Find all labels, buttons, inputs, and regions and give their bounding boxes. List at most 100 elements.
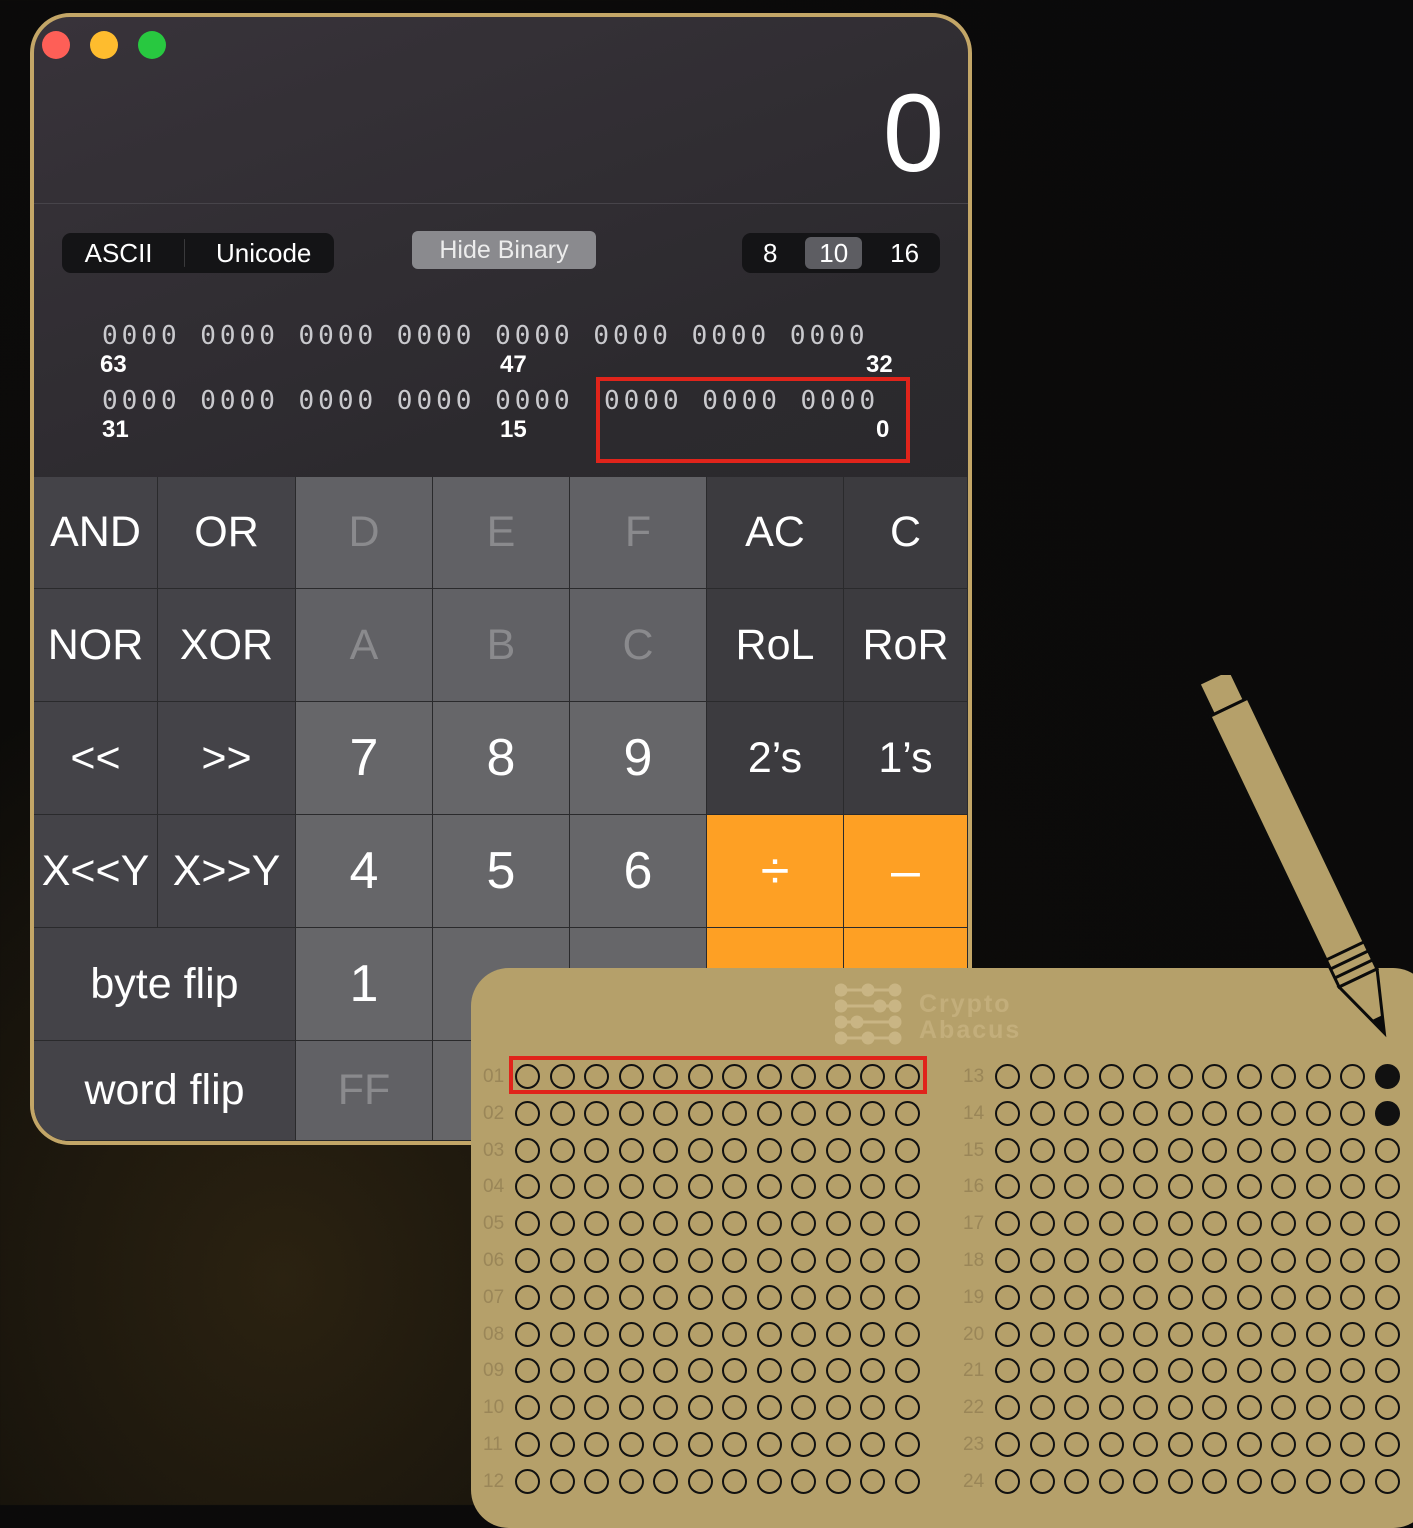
bead[interactable]: [825, 1248, 851, 1273]
bead[interactable]: [1340, 1395, 1365, 1421]
bead[interactable]: [1167, 1137, 1193, 1163]
bead[interactable]: [584, 1211, 609, 1237]
bead[interactable]: [894, 1137, 920, 1163]
bead[interactable]: [687, 1174, 713, 1200]
bead[interactable]: [860, 1468, 885, 1494]
hex-c-key[interactable]: C: [570, 589, 707, 702]
bead[interactable]: [894, 1100, 920, 1126]
bead[interactable]: [1374, 1395, 1400, 1421]
bead[interactable]: [791, 1137, 816, 1163]
bead[interactable]: [1202, 1358, 1227, 1384]
bead[interactable]: [515, 1100, 540, 1126]
bead[interactable]: [722, 1137, 747, 1163]
bead[interactable]: [1374, 1284, 1400, 1310]
bead[interactable]: [584, 1284, 609, 1310]
bead[interactable]: [1236, 1174, 1262, 1200]
bead[interactable]: [584, 1174, 609, 1200]
bead[interactable]: [653, 1137, 678, 1163]
bead[interactable]: [791, 1174, 816, 1200]
bead[interactable]: [1374, 1468, 1400, 1494]
bead[interactable]: [1029, 1395, 1055, 1421]
x-shift-left-y-key[interactable]: X<<Y: [34, 815, 158, 928]
bead[interactable]: [618, 1358, 644, 1384]
bead[interactable]: [1029, 1100, 1055, 1126]
bead[interactable]: [653, 1174, 678, 1200]
bead[interactable]: [1340, 1432, 1365, 1457]
bead[interactable]: [1271, 1321, 1296, 1347]
bead[interactable]: [549, 1321, 575, 1347]
c-key[interactable]: C: [844, 477, 968, 589]
bead[interactable]: [791, 1358, 816, 1384]
bead[interactable]: [687, 1395, 713, 1421]
digit-7-key[interactable]: 7: [296, 702, 433, 815]
bead[interactable]: [1098, 1100, 1124, 1126]
bead[interactable]: [1271, 1284, 1296, 1310]
bead[interactable]: [1167, 1358, 1193, 1384]
bead[interactable]: [756, 1395, 782, 1421]
bead[interactable]: [1202, 1432, 1227, 1457]
bead[interactable]: [687, 1248, 713, 1273]
bead[interactable]: [1236, 1248, 1262, 1273]
bead[interactable]: [1305, 1284, 1331, 1310]
bead[interactable]: [791, 1468, 816, 1494]
bead[interactable]: [1098, 1284, 1124, 1310]
digit-9-key[interactable]: 9: [570, 702, 707, 815]
bead[interactable]: [791, 1321, 816, 1347]
bead[interactable]: [791, 1211, 816, 1237]
bead[interactable]: [515, 1358, 540, 1384]
bead[interactable]: [1167, 1100, 1193, 1126]
bead[interactable]: [1098, 1358, 1124, 1384]
bead[interactable]: [515, 1174, 540, 1200]
bead[interactable]: [1133, 1137, 1158, 1163]
bead[interactable]: [549, 1468, 575, 1494]
bead[interactable]: [1064, 1064, 1089, 1089]
bead[interactable]: [1202, 1321, 1227, 1347]
xor-key[interactable]: XOR: [158, 589, 296, 702]
bead[interactable]: [584, 1248, 609, 1273]
bead[interactable]: [1167, 1395, 1193, 1421]
bead[interactable]: [825, 1211, 851, 1237]
bead[interactable]: [756, 1137, 782, 1163]
bead[interactable]: [1305, 1174, 1331, 1200]
byte-flip-key[interactable]: byte flip: [34, 928, 296, 1041]
bead[interactable]: [1167, 1248, 1193, 1273]
bead[interactable]: [515, 1137, 540, 1163]
bead[interactable]: [1202, 1211, 1227, 1237]
bead[interactable]: [1236, 1100, 1262, 1126]
bead[interactable]: [1374, 1321, 1400, 1347]
hex-b-key[interactable]: B: [433, 589, 570, 702]
digit-5-key[interactable]: 5: [433, 815, 570, 928]
base-8-button[interactable]: 8: [749, 237, 791, 269]
bead[interactable]: [1305, 1100, 1331, 1126]
bead[interactable]: [995, 1174, 1020, 1200]
bead[interactable]: [1340, 1284, 1365, 1310]
bead[interactable]: [995, 1211, 1020, 1237]
bead[interactable]: [687, 1468, 713, 1494]
bead[interactable]: [653, 1211, 678, 1237]
bead[interactable]: [860, 1137, 885, 1163]
bead[interactable]: [825, 1468, 851, 1494]
hex-e-key[interactable]: E: [433, 477, 570, 589]
bead[interactable]: [1133, 1284, 1158, 1310]
bead[interactable]: [756, 1174, 782, 1200]
bead[interactable]: [894, 1211, 920, 1237]
bead[interactable]: [860, 1211, 885, 1237]
bead[interactable]: [1098, 1395, 1124, 1421]
bead[interactable]: [618, 1100, 644, 1126]
bead[interactable]: [1133, 1432, 1158, 1457]
bead[interactable]: [1340, 1321, 1365, 1347]
bead[interactable]: [825, 1174, 851, 1200]
minimize-button[interactable]: [90, 31, 118, 59]
bead[interactable]: [584, 1321, 609, 1347]
bead[interactable]: [584, 1100, 609, 1126]
bead[interactable]: [1098, 1321, 1124, 1347]
bead[interactable]: [1064, 1174, 1089, 1200]
bead[interactable]: [584, 1432, 609, 1457]
bead[interactable]: [687, 1321, 713, 1347]
bead[interactable]: [1167, 1432, 1193, 1457]
bead[interactable]: [1167, 1468, 1193, 1494]
bead[interactable]: [515, 1248, 540, 1273]
unicode-button[interactable]: Unicode: [202, 237, 325, 269]
binary-row-high[interactable]: 0000 0000 0000 0000 0000 0000 0000 0000: [102, 321, 868, 351]
bead[interactable]: [894, 1284, 920, 1310]
